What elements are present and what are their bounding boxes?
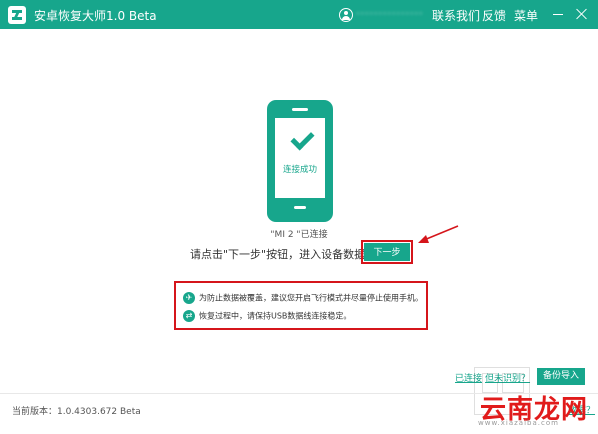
tip-text: 为防止数据被覆盖，建议您开启飞行模式并尽量停止使用手机。 bbox=[199, 293, 423, 303]
tip-text: 恢复过程中，请保持USB数据线连接稳定。 bbox=[199, 311, 352, 321]
usb-icon: ⇄ bbox=[183, 310, 195, 322]
connection-success-label: 连接成功 bbox=[282, 165, 317, 175]
user-icon[interactable] bbox=[339, 8, 353, 22]
phone-speaker bbox=[292, 108, 308, 111]
checkmark-icon bbox=[290, 126, 315, 151]
version-label: 当前版本：1.0.4303.672 Beta bbox=[12, 407, 141, 417]
phone-home-button bbox=[294, 206, 306, 209]
watermark-url: www.xiazaiba.com bbox=[478, 419, 559, 427]
tips-box: ✈ 为防止数据被覆盖，建议您开启飞行模式并尽量停止使用手机。 ⇄ 恢复过程中，请保持… bbox=[174, 281, 428, 330]
device-status: "MI 2 "已连接 bbox=[270, 230, 328, 240]
menu-feedback[interactable]: 反馈 bbox=[482, 7, 506, 24]
menu-contact-us[interactable]: 联系我们 bbox=[432, 7, 480, 24]
tip-usb: ⇄ 恢复过程中，请保持USB数据线连接稳定。 bbox=[183, 310, 351, 322]
app-title: 安卓恢复大师1.0 Beta bbox=[34, 9, 157, 23]
phone-illustration: 连接成功 bbox=[267, 100, 333, 222]
close-button[interactable] bbox=[574, 6, 590, 22]
app-logo-icon bbox=[8, 6, 26, 24]
instruction-text: 请点击"下一步"按钮，进入设备数据扫描 bbox=[190, 248, 388, 261]
backup-import-button[interactable]: 备份导入 bbox=[537, 368, 585, 385]
next-button[interactable]: 下一步 bbox=[364, 243, 410, 261]
phone-screen: 连接成功 bbox=[275, 118, 325, 198]
airplane-icon: ✈ bbox=[183, 292, 195, 304]
title-bar: 安卓恢复大师1.0 Beta ··············· 联系我们 反馈 菜… bbox=[0, 0, 598, 29]
tip-airplane: ✈ 为防止数据被覆盖，建议您开启飞行模式并尽量停止使用手机。 bbox=[183, 292, 423, 304]
user-name[interactable]: ··············· bbox=[356, 7, 423, 20]
minimize-button[interactable] bbox=[550, 6, 566, 22]
menu-main[interactable]: 菜单 bbox=[514, 7, 538, 24]
